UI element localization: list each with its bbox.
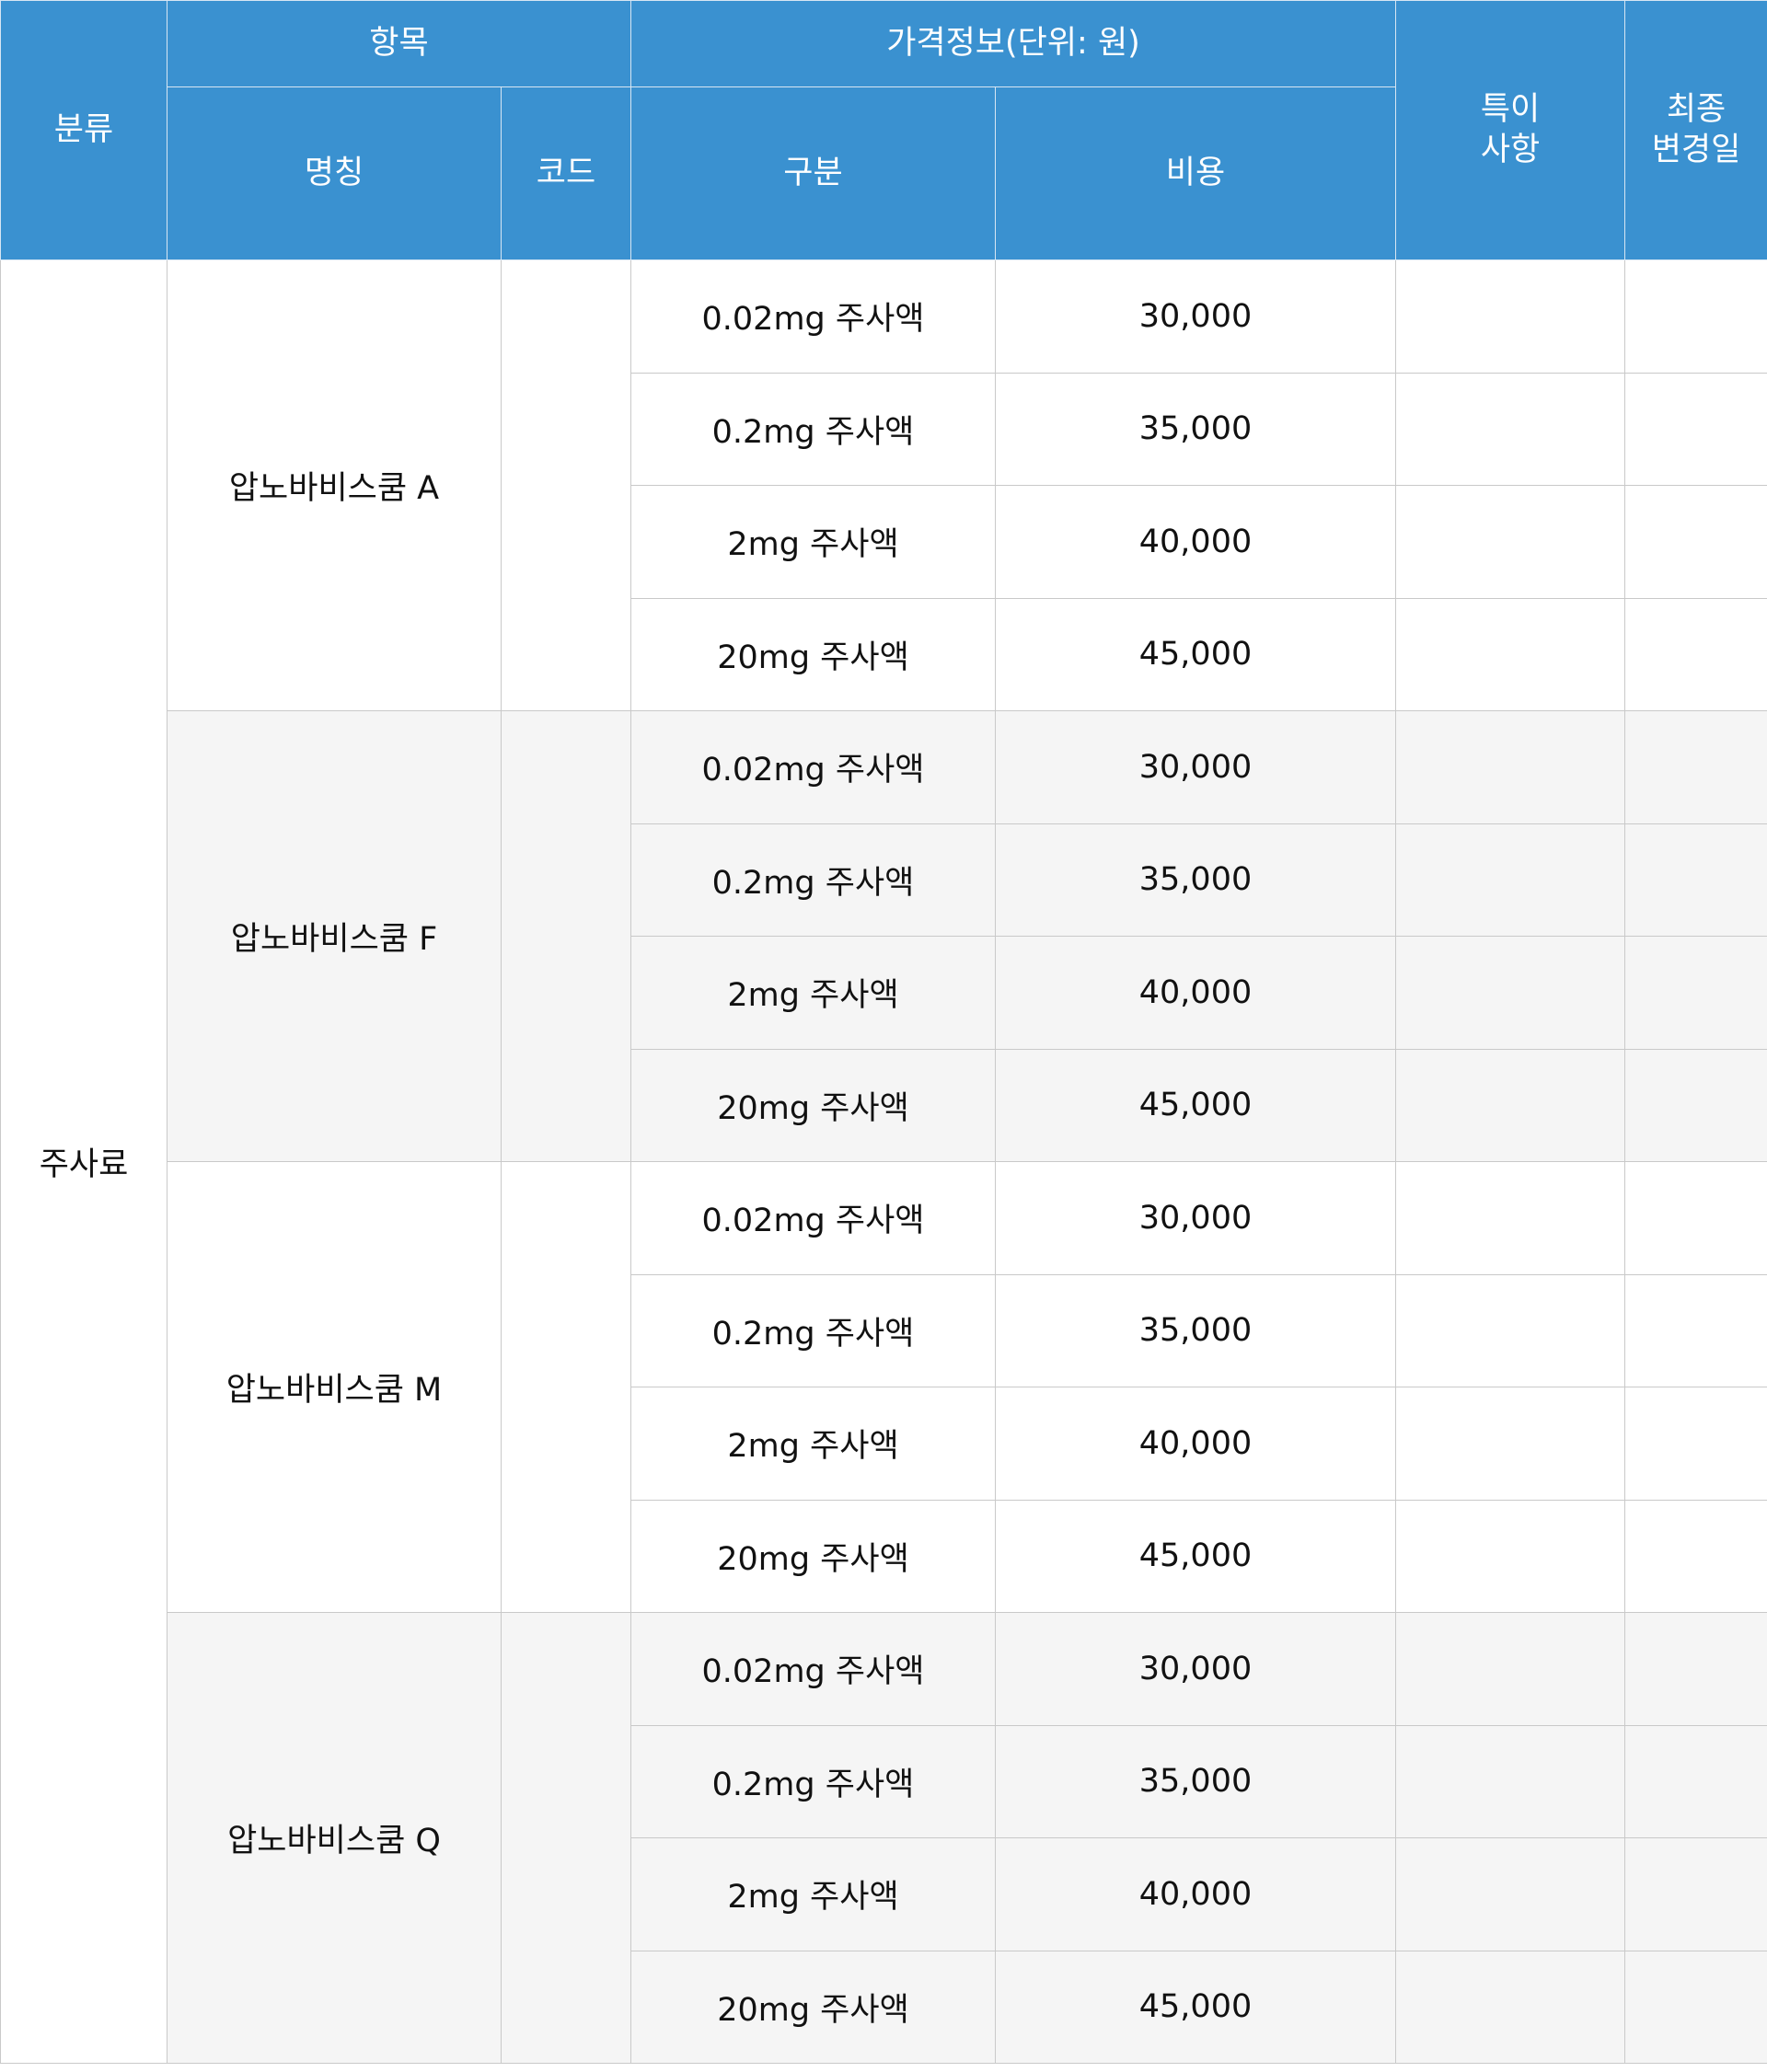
notes-cell (1395, 936, 1626, 1050)
cost-cell: 35,000 (994, 823, 1397, 937)
item-name-cell: 압노바비스쿰 A (167, 259, 502, 711)
item-name-cell: 압노바비스쿰 Q (167, 1612, 502, 2064)
cost-cell: 30,000 (994, 710, 1397, 824)
header-price-group: 가격정보(단위: 원) (629, 0, 1397, 87)
cost-cell: 40,000 (994, 1387, 1397, 1501)
cost-cell: 45,000 (994, 1499, 1397, 1613)
division-cell: 2mg 주사액 (630, 1837, 996, 1951)
last-modified-cell (1624, 1273, 1767, 1387)
notes-cell (1395, 1950, 1626, 2064)
notes-cell (1395, 485, 1626, 599)
division-cell: 20mg 주사액 (630, 1048, 996, 1162)
division-cell: 0.2mg 주사액 (630, 372, 996, 486)
division-cell: 0.2mg 주사액 (630, 823, 996, 937)
notes-cell (1395, 372, 1626, 486)
category-cell: 주사료 (0, 259, 167, 2064)
item-name-cell: 압노바비스쿰 M (167, 1161, 502, 1613)
header-notes: 특이 사항 (1395, 0, 1626, 260)
cost-cell: 35,000 (994, 372, 1397, 486)
item-code-cell (501, 259, 631, 711)
cost-cell: 40,000 (994, 485, 1397, 599)
cost-cell: 45,000 (994, 597, 1397, 711)
last-modified-cell (1624, 597, 1767, 711)
division-cell: 2mg 주사액 (630, 1387, 996, 1501)
header-row-top: 분류 항목 가격정보(단위: 원) 특이 사항 최종 변경일 (0, 0, 1767, 260)
last-modified-cell (1624, 1387, 1767, 1501)
cost-cell: 40,000 (994, 1837, 1397, 1951)
price-table: 분류 항목 가격정보(단위: 원) 특이 사항 최종 변경일 명칭 코드 구분 … (0, 0, 1767, 2064)
cost-cell: 30,000 (994, 1161, 1397, 1275)
header-last-modified: 최종 변경일 (1624, 0, 1767, 260)
header-code: 코드 (501, 86, 631, 260)
item-name-cell: 압노바비스쿰 F (167, 710, 502, 1162)
cost-cell: 30,000 (994, 259, 1397, 374)
header-last-modified-line-1: 최종 (1666, 90, 1727, 128)
division-cell: 0.02mg 주사액 (630, 1161, 996, 1275)
notes-cell (1395, 1499, 1626, 1613)
header-last-modified-line-2: 변경일 (1651, 131, 1741, 168)
header-division: 구분 (630, 86, 996, 260)
cost-cell: 30,000 (994, 1612, 1397, 1726)
table-row: 압노바비스쿰 F 0.02mg 주사액 30,000 (1, 710, 1767, 1162)
notes-cell (1395, 1273, 1626, 1387)
last-modified-cell (1624, 372, 1767, 486)
last-modified-cell (1624, 1837, 1767, 1951)
last-modified-cell (1624, 1048, 1767, 1162)
header-cost: 비용 (994, 86, 1397, 260)
last-modified-cell (1624, 1950, 1767, 2064)
notes-cell (1395, 597, 1626, 711)
table-header: 분류 항목 가격정보(단위: 원) 특이 사항 최종 변경일 명칭 코드 구분 … (0, 0, 1767, 260)
cost-cell: 40,000 (994, 936, 1397, 1050)
last-modified-cell (1624, 710, 1767, 824)
division-cell: 2mg 주사액 (630, 485, 996, 599)
division-cell: 0.2mg 주사액 (630, 1273, 996, 1387)
last-modified-cell (1624, 936, 1767, 1050)
item-code-cell (501, 710, 631, 1162)
last-modified-cell (1624, 259, 1767, 374)
notes-cell (1395, 710, 1626, 824)
division-cell: 0.02mg 주사액 (630, 1612, 996, 1726)
notes-cell (1395, 1724, 1626, 1838)
division-cell: 20mg 주사액 (630, 1499, 996, 1613)
last-modified-cell (1624, 485, 1767, 599)
last-modified-cell (1624, 1724, 1767, 1838)
last-modified-cell (1624, 1499, 1767, 1613)
last-modified-cell (1624, 1161, 1767, 1275)
notes-cell (1395, 1612, 1626, 1726)
division-cell: 20mg 주사액 (630, 597, 996, 711)
division-cell: 0.02mg 주사액 (630, 259, 996, 374)
table-row: 압노바비스쿰 Q 0.02mg 주사액 30,000 (1, 1612, 1767, 2064)
notes-cell (1395, 1048, 1626, 1162)
cost-cell: 35,000 (994, 1273, 1397, 1387)
notes-cell (1395, 823, 1626, 937)
cost-cell: 45,000 (994, 1950, 1397, 2064)
table-row: 주사료 압노바비스쿰 A 0.02mg 주사액 30,000 (0, 259, 1767, 2064)
division-cell: 2mg 주사액 (630, 936, 996, 1050)
last-modified-cell (1624, 1612, 1767, 1726)
table-row: 압노바비스쿰 M 0.02mg 주사액 30,000 (1, 1161, 1767, 1613)
header-notes-line-1: 특이 (1480, 90, 1541, 128)
last-modified-cell (1624, 823, 1767, 937)
item-code-cell (501, 1161, 631, 1613)
header-item-group: 항목 (167, 0, 631, 87)
table-body: 주사료 압노바비스쿰 A 0.02mg 주사액 30,000 0.2mg 주사액 35,0… (0, 259, 1767, 2064)
cost-cell: 35,000 (994, 1724, 1397, 1838)
notes-cell (1395, 259, 1626, 374)
notes-cell (1395, 1387, 1626, 1501)
item-code-cell (501, 1612, 631, 2064)
division-cell: 0.2mg 주사액 (630, 1724, 996, 1838)
header-category: 분류 (0, 0, 167, 260)
header-notes-line-2: 사항 (1480, 131, 1541, 168)
notes-cell (1395, 1837, 1626, 1951)
cost-cell: 45,000 (994, 1048, 1397, 1162)
header-name: 명칭 (167, 86, 502, 260)
notes-cell (1395, 1161, 1626, 1275)
division-cell: 0.02mg 주사액 (630, 710, 996, 824)
division-cell: 20mg 주사액 (630, 1950, 996, 2064)
